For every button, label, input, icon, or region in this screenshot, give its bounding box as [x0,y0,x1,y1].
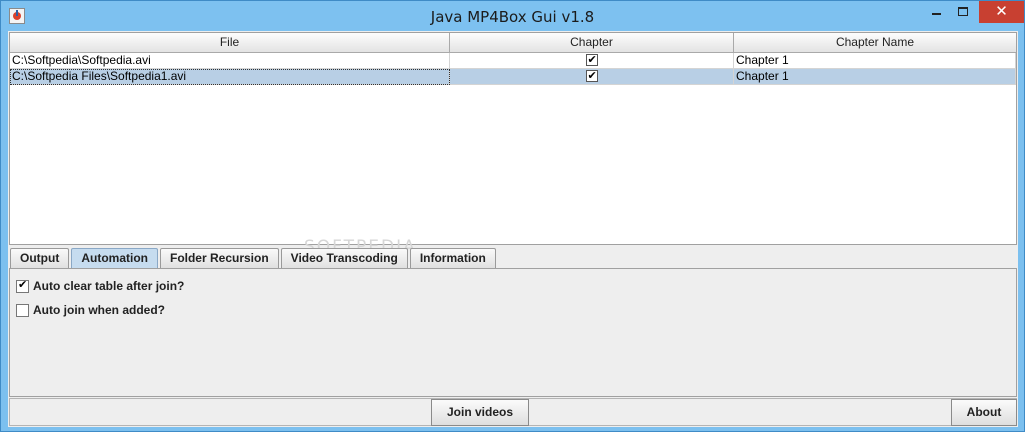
close-button[interactable]: ✕ [979,1,1024,23]
auto-join-option[interactable]: Auto join when added? [16,302,165,318]
table-header: File Chapter Chapter Name [10,33,1016,53]
files-table[interactable]: File Chapter Chapter Name C:\Softpedia\S… [9,32,1017,245]
window-title: Java MP4Box Gui v1.8 [430,8,595,26]
client-area: File Chapter Chapter Name C:\Softpedia\S… [8,31,1018,427]
tab-folder-recursion[interactable]: Folder Recursion [159,248,279,268]
table-row[interactable]: C:\Softpedia Files\Softpedia1.avi Chapte… [10,69,1016,85]
cell-chapter[interactable] [450,53,734,69]
column-header-chapter[interactable]: Chapter [450,33,734,53]
bottom-bar: Join videos About [9,398,1017,426]
auto-join-label: Auto join when added? [33,303,165,317]
auto-join-checkbox[interactable] [16,303,29,317]
column-header-file[interactable]: File [10,33,450,53]
minimize-icon [932,13,941,15]
column-header-chapter-name[interactable]: Chapter Name [734,33,1016,53]
tab-information[interactable]: Information [409,248,496,268]
app-window: Java MP4Box Gui v1.8 ✕ File Chapter Chap… [0,0,1025,432]
table-body: C:\Softpedia\Softpedia.avi Chapter 1 C:\… [10,53,1016,85]
maximize-icon [958,7,968,16]
chapter-checkbox[interactable] [585,69,598,83]
chapter-checkbox[interactable] [585,53,598,67]
auto-clear-label: Auto clear table after join? [33,279,185,293]
maximize-button[interactable] [949,1,976,23]
auto-clear-option[interactable]: Auto clear table after join? [16,278,184,294]
tab-output[interactable]: Output [10,248,70,268]
cell-file[interactable]: C:\Softpedia Files\Softpedia1.avi [10,69,450,85]
cell-file[interactable]: C:\Softpedia\Softpedia.avi [10,53,450,69]
cell-chapter[interactable] [450,69,734,85]
minimize-button[interactable] [923,1,949,23]
cell-chapter-name[interactable]: Chapter 1 [734,69,1016,85]
cell-chapter-name[interactable]: Chapter 1 [734,53,1016,69]
close-icon: ✕ [995,2,1008,20]
automation-panel: Auto clear table after join? Auto join w… [9,268,1017,397]
title-bar[interactable]: Java MP4Box Gui v1.8 ✕ [1,1,1024,31]
tab-video-transcoding[interactable]: Video Transcoding [280,248,408,268]
auto-clear-checkbox[interactable] [16,278,29,293]
tab-strip: Output Automation Folder Recursion Video… [10,248,498,268]
table-row[interactable]: C:\Softpedia\Softpedia.avi Chapter 1 [10,53,1016,69]
about-button[interactable]: About [951,399,1017,426]
tab-automation[interactable]: Automation [71,248,158,268]
join-videos-button[interactable]: Join videos [431,399,529,426]
